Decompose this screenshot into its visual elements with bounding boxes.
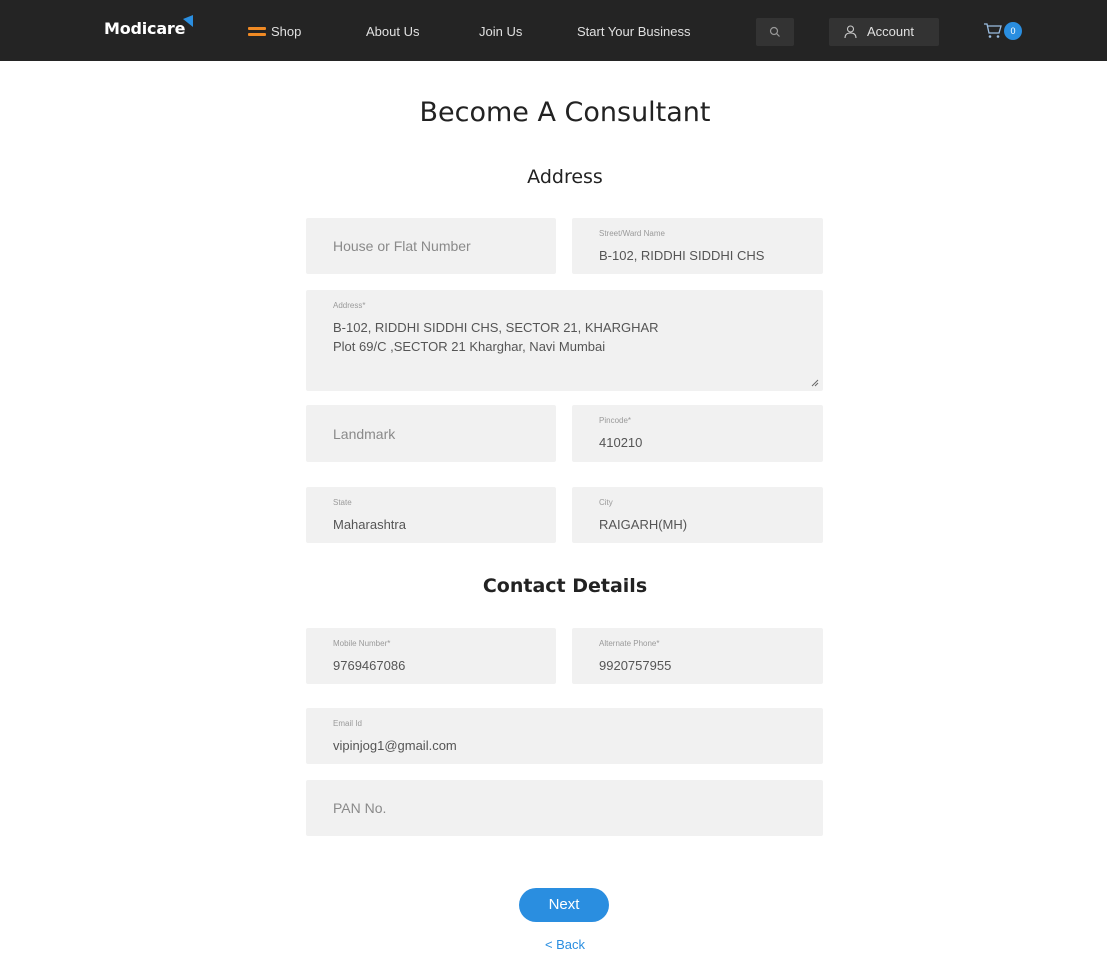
logo-mark-icon	[183, 15, 193, 27]
back-link[interactable]: < Back	[0, 937, 1107, 952]
user-icon	[844, 25, 857, 39]
page-title: Become A Consultant	[419, 97, 711, 128]
landmark-field[interactable]: Landmark	[306, 405, 556, 462]
alternate-phone-field[interactable]: Alternate Phone* 9920757955	[572, 628, 823, 684]
mobile-number-label: Mobile Number*	[333, 639, 391, 648]
city-field[interactable]: City RAIGARH(MH)	[572, 487, 823, 543]
email-field[interactable]: Email Id vipinjog1@gmail.com	[306, 708, 823, 764]
address-field[interactable]: Address*	[306, 290, 823, 391]
mobile-number-field[interactable]: Mobile Number* 9769467086	[306, 628, 556, 684]
city-value: RAIGARH(MH)	[599, 517, 688, 532]
alternate-phone-value: 9920757955	[599, 658, 672, 673]
street-ward-label: Street/Ward Name	[599, 229, 665, 238]
state-field[interactable]: State Maharashtra	[306, 487, 556, 543]
street-ward-field[interactable]: Street/Ward Name B-102, RIDDHI SIDDHI CH…	[572, 218, 823, 274]
email-value: vipinjog1@gmail.com	[333, 738, 457, 753]
alternate-phone-label: Alternate Phone*	[599, 639, 660, 648]
nav-about-us[interactable]: About Us	[366, 24, 419, 39]
mobile-number-value: 9769467086	[333, 658, 406, 673]
cart-count-badge: 0	[1004, 22, 1022, 40]
address-textarea[interactable]	[333, 318, 813, 356]
landmark-placeholder: Landmark	[333, 426, 396, 442]
city-label: City	[599, 498, 613, 507]
pincode-value: 410210	[599, 435, 643, 450]
nav-shop[interactable]: Shop	[271, 24, 301, 39]
search-button[interactable]	[756, 18, 794, 46]
brand-logo[interactable]: Modicare	[104, 19, 185, 38]
resize-handle-icon[interactable]	[811, 379, 819, 387]
cart-icon[interactable]	[983, 22, 1003, 40]
pan-placeholder: PAN No.	[333, 800, 387, 816]
contact-heading: Contact Details	[482, 575, 648, 597]
house-number-placeholder: House or Flat Number	[333, 238, 471, 254]
search-icon	[769, 26, 780, 37]
state-value: Maharashtra	[333, 517, 406, 532]
top-nav: Modicare Shop About Us Join Us Start You…	[0, 0, 1107, 61]
pincode-field[interactable]: Pincode* 410210	[572, 405, 823, 462]
pincode-label: Pincode*	[599, 416, 632, 425]
house-number-field[interactable]: House or Flat Number	[306, 218, 556, 274]
state-label: State	[333, 498, 352, 507]
nav-start-business[interactable]: Start Your Business	[577, 24, 690, 39]
account-button[interactable]: Account	[829, 18, 939, 46]
email-label: Email Id	[333, 719, 362, 728]
street-ward-value: B-102, RIDDHI SIDDHI CHS	[599, 248, 765, 263]
address-label: Address*	[333, 301, 366, 310]
pan-field[interactable]: PAN No.	[306, 780, 823, 836]
menu-icon[interactable]	[248, 27, 266, 36]
nav-join-us[interactable]: Join Us	[479, 24, 522, 39]
account-label: Account	[867, 24, 914, 39]
address-heading: Address	[527, 166, 603, 188]
next-button[interactable]: Next	[519, 888, 609, 922]
